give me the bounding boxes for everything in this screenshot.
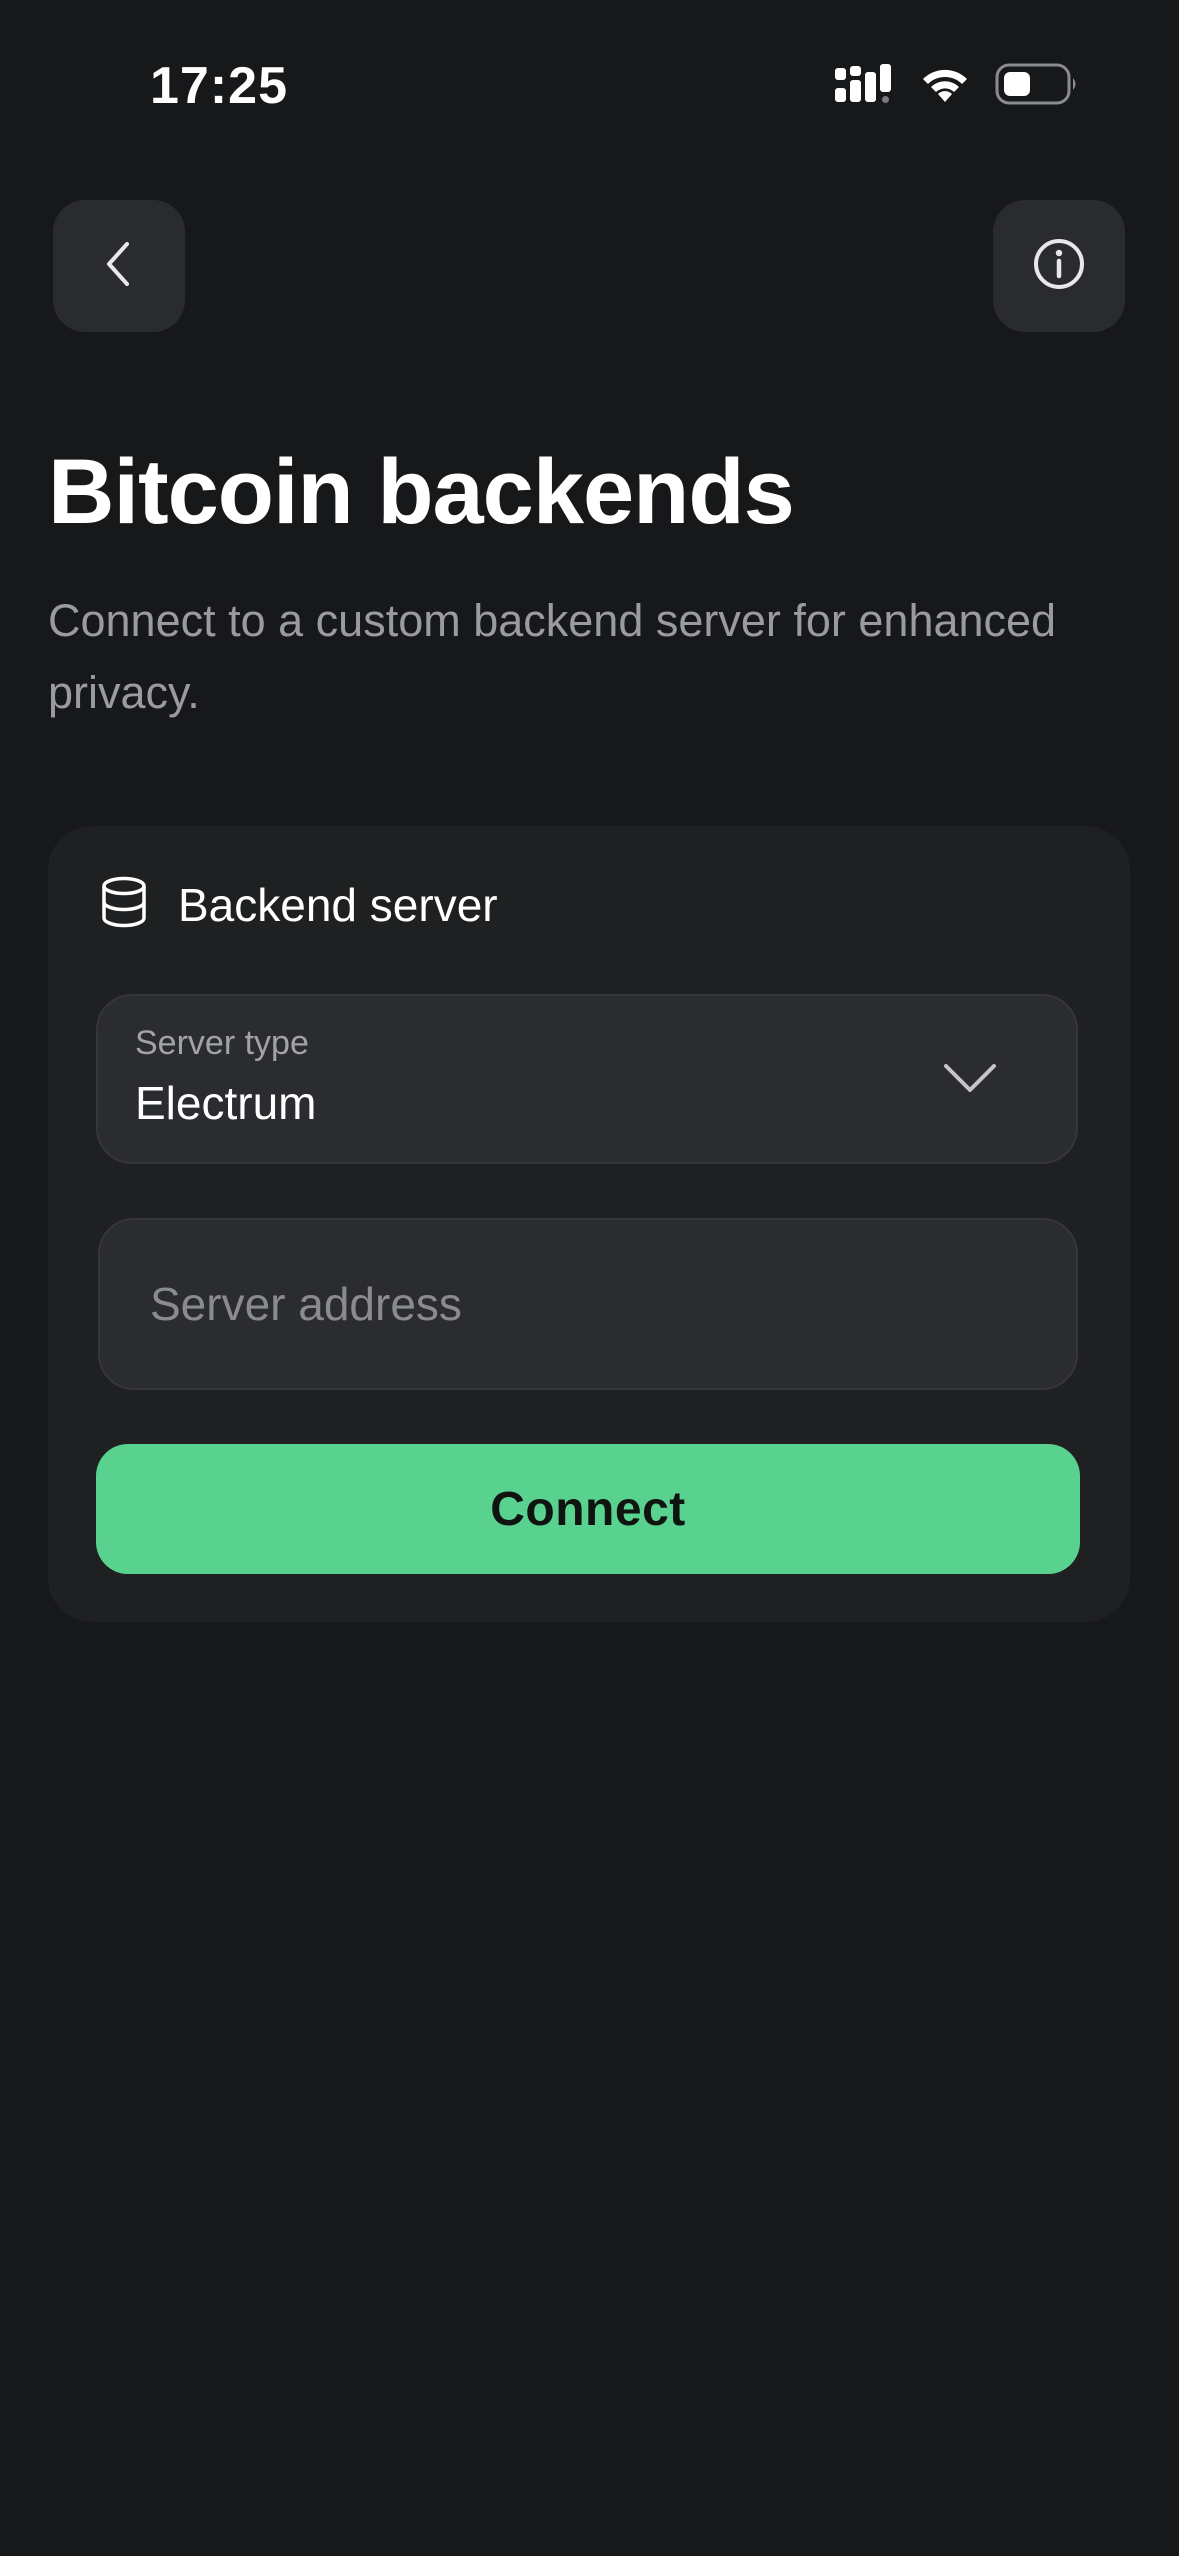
server-type-select[interactable]: Server type Electrum bbox=[96, 994, 1078, 1164]
wifi-icon bbox=[919, 64, 971, 109]
server-type-label: Server type bbox=[135, 1024, 309, 1062]
status-time: 17:25 bbox=[150, 57, 288, 115]
cellular-signal-icon bbox=[835, 62, 895, 111]
info-icon bbox=[1031, 236, 1087, 297]
page-title: Bitcoin backends bbox=[48, 441, 795, 543]
page-subtitle: Connect to a custom backend server for e… bbox=[48, 595, 1057, 718]
info-button[interactable] bbox=[993, 200, 1125, 332]
battery-icon bbox=[995, 62, 1079, 111]
server-type-value: Electrum bbox=[135, 1077, 317, 1129]
back-button[interactable] bbox=[53, 200, 185, 332]
database-icon bbox=[100, 876, 148, 933]
connect-button[interactable]: Connect bbox=[96, 1444, 1080, 1574]
card-header: Backend server bbox=[100, 876, 498, 933]
card-title: Backend server bbox=[178, 878, 498, 931]
chevron-down-icon bbox=[942, 1058, 998, 1103]
status-icons bbox=[835, 62, 1079, 111]
server-address-input[interactable] bbox=[98, 1218, 1078, 1390]
chevron-left-icon bbox=[99, 238, 139, 295]
status-bar: 17:25 bbox=[0, 0, 1179, 175]
backend-server-card: Backend server Server type Electrum Conn… bbox=[48, 826, 1130, 1622]
